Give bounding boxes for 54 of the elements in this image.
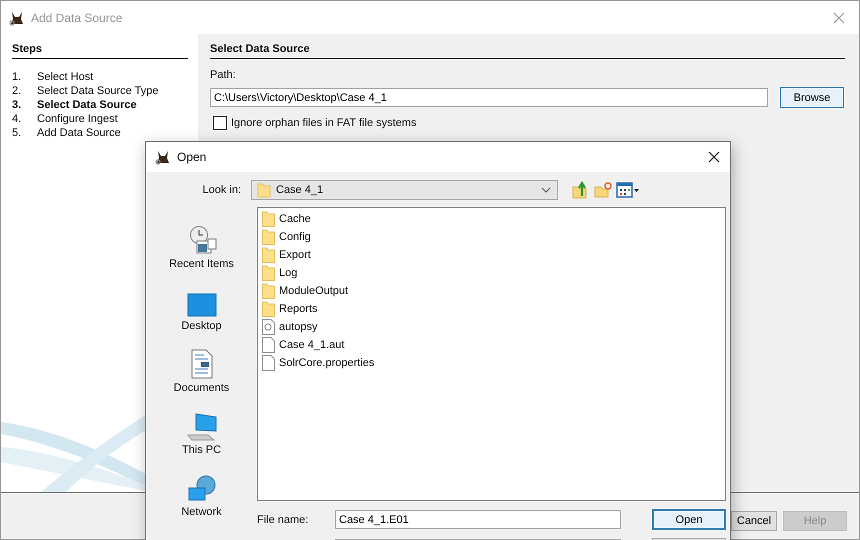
step-item: 1. Select Host <box>12 70 94 84</box>
dog-logo-icon <box>155 149 171 165</box>
folder-icon <box>262 301 275 317</box>
folder-icon <box>262 265 275 281</box>
view-menu-icon[interactable] <box>616 182 640 198</box>
file-item[interactable]: Reports <box>262 300 721 318</box>
file-icon <box>262 337 275 353</box>
checkbox-label: Ignore orphan files in FAT file systems <box>231 117 416 129</box>
folder-icon <box>257 182 271 198</box>
shortcut-file-icon <box>262 319 275 335</box>
step-item: 5. Add Data Source <box>12 126 122 140</box>
file-item[interactable]: Cache <box>262 210 721 228</box>
step-item: 2. Select Data Source Type <box>12 84 160 98</box>
chevron-down-icon <box>541 187 551 193</box>
browse-button[interactable]: Browse <box>780 87 844 108</box>
footer-button[interactable]: Cancel <box>731 511 777 531</box>
steps-heading: Steps <box>12 42 188 59</box>
monitor-icon <box>186 293 216 317</box>
close-icon[interactable] <box>708 151 720 163</box>
folder-icon <box>262 247 275 263</box>
dialog-title: Open <box>177 150 206 164</box>
step-item: 3. Select Data Source <box>12 98 138 112</box>
file-item[interactable]: ModuleOutput <box>262 282 721 300</box>
file-icon <box>262 355 275 371</box>
file-item[interactable]: Case 4_1.aut <box>262 336 721 354</box>
checkbox[interactable] <box>213 116 227 130</box>
section-heading: Select Data Source <box>210 42 845 59</box>
dog-logo-icon <box>9 10 25 26</box>
file-name-label: File name: <box>257 514 310 526</box>
place-item[interactable]: Documents <box>154 344 249 394</box>
path-label: Path: <box>210 69 237 81</box>
place-item[interactable]: Desktop <box>154 282 249 332</box>
place-item[interactable]: Recent Items <box>154 220 249 270</box>
path-field[interactable]: C:\Users\Victory\Desktop\Case 4_1 <box>210 88 768 107</box>
file-item[interactable]: Config <box>262 228 721 246</box>
place-item[interactable]: Network <box>154 468 249 518</box>
file-item[interactable]: Export <box>262 246 721 264</box>
globe-monitor-icon <box>186 475 216 503</box>
step-item: 4. Configure Ingest <box>12 112 119 126</box>
file-item[interactable]: autopsy <box>262 318 721 336</box>
file-item[interactable]: Log <box>262 264 721 282</box>
look-in-dropdown[interactable]: Case 4_1 <box>251 180 558 200</box>
look-in-label: Look in: <box>201 184 241 196</box>
folder-icon <box>262 211 275 227</box>
new-folder-icon[interactable] <box>594 181 612 199</box>
window-title: Add Data Source <box>31 10 122 24</box>
file-item[interactable]: SolrCore.properties <box>262 354 721 372</box>
open-button[interactable]: Open <box>652 509 726 530</box>
computer-icon <box>186 413 218 441</box>
document-icon <box>190 349 214 379</box>
folder-icon <box>262 229 275 245</box>
folder-icon <box>262 283 275 299</box>
file-name-field[interactable]: Case 4_1.E01 <box>335 510 621 529</box>
place-item[interactable]: This PC <box>154 406 249 456</box>
